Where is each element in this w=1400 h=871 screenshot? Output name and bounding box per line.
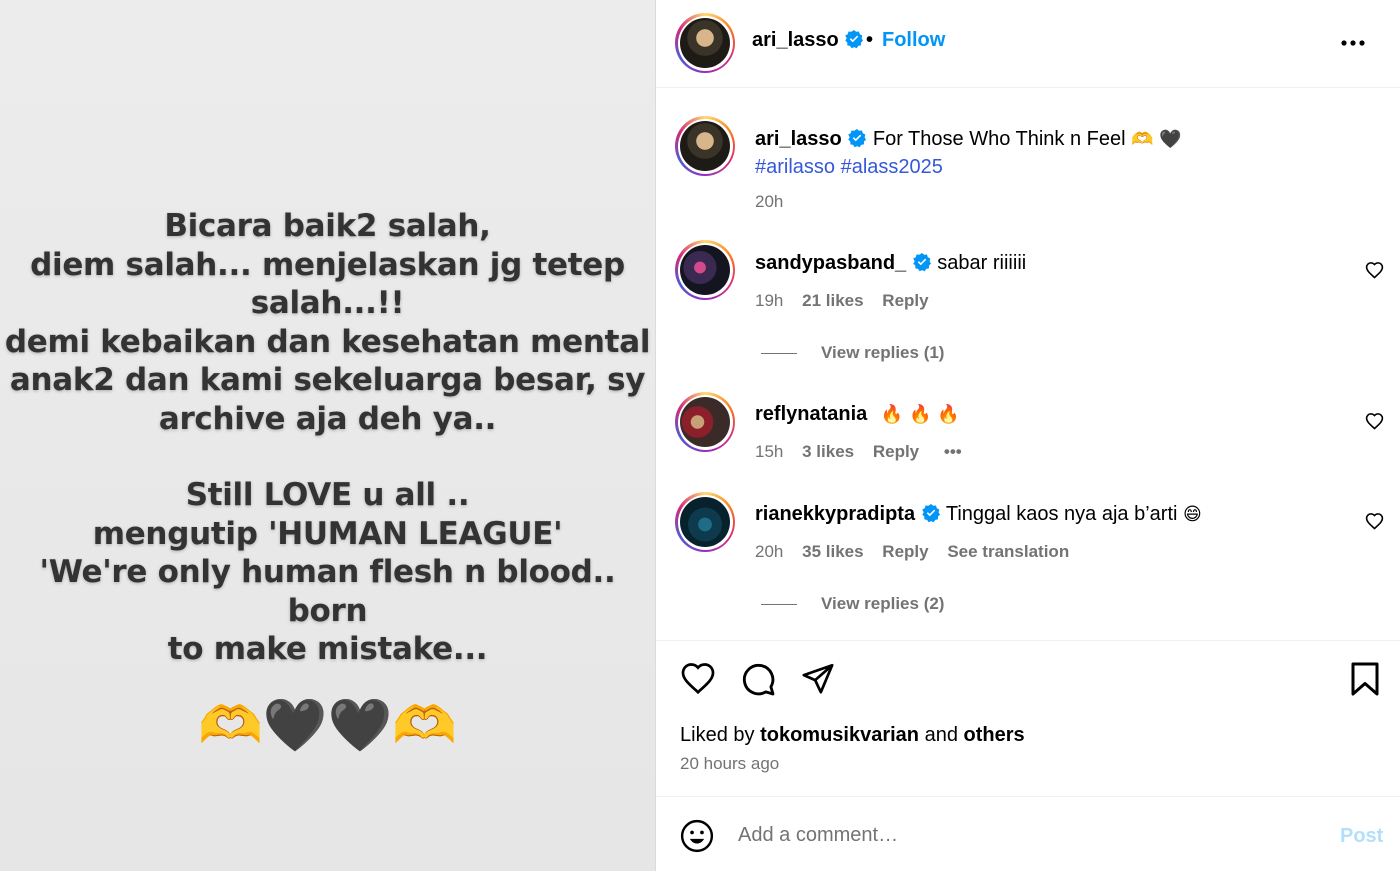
comment-avatar[interactable]	[675, 492, 735, 552]
more-options-icon[interactable]	[1340, 30, 1366, 56]
comment-line: sandypasband_ sabar riiiiii	[755, 249, 1026, 277]
view-replies-line	[761, 604, 797, 606]
comment-meta: 19h 21 likes Reply	[755, 291, 943, 311]
comment-more-options[interactable]: •••	[944, 442, 962, 461]
comment-username[interactable]: reflynatania	[755, 403, 867, 425]
bookmark-icon[interactable]	[1350, 661, 1380, 697]
comment-text: sabar riiiiii	[937, 252, 1027, 274]
view-replies-label[interactable]: View replies (1)	[821, 343, 944, 362]
comment-text: Tinggal kaos nya aja b’arti	[945, 503, 1178, 525]
comment-line: rianekkypradipta Tinggal kaos nya aja b’…	[755, 500, 1202, 529]
liked-by-conj: and	[924, 724, 958, 746]
comment-likes[interactable]: 3 likes	[802, 442, 854, 461]
follow-button[interactable]: Follow	[882, 29, 945, 52]
verified-badge-icon	[912, 253, 931, 272]
story-line: demi kebaikan dan kesehatan mental	[4, 323, 651, 360]
comment-bar: Post	[656, 796, 1400, 871]
comment-avatar[interactable]	[675, 240, 735, 300]
story-line: Still LOVE u all ..	[185, 477, 470, 513]
comment-likes[interactable]: 35 likes	[802, 542, 863, 561]
liked-by-prefix: Liked by	[680, 724, 755, 746]
comment-like-heart-icon[interactable]	[1365, 412, 1384, 430]
comment-time: 19h	[755, 291, 784, 310]
liked-by-others[interactable]: others	[964, 724, 1025, 746]
post-timestamp: 20 hours ago	[680, 754, 780, 773]
comment-emoji: 😄	[1183, 504, 1202, 525]
story-line: to make mistake...	[167, 631, 488, 667]
comment-time: 15h	[755, 442, 784, 461]
view-replies-button[interactable]: View replies (1)	[761, 343, 944, 363]
view-replies-button[interactable]: View replies (2)	[761, 594, 944, 614]
header-username-row: ari_lasso	[752, 29, 864, 52]
comment-text: 🔥 🔥 🔥	[880, 404, 960, 425]
post-button[interactable]: Post	[1340, 825, 1383, 848]
post-media[interactable]: Bicara baik2 salah, diem salah... menjel…	[0, 0, 655, 871]
reply-button[interactable]: Reply	[873, 442, 919, 461]
paper-plane-icon[interactable]	[801, 661, 835, 695]
caption-hashtags[interactable]: #arilasso #alass2025	[755, 153, 943, 181]
verified-badge-icon	[845, 30, 864, 49]
caption-emojis: 🫶 🖤	[1131, 129, 1182, 150]
view-replies-line	[761, 353, 797, 355]
story-line: mengutip 'HUMAN LEAGUE'	[92, 515, 563, 552]
avatar[interactable]	[675, 13, 735, 73]
verified-badge-icon	[848, 129, 867, 148]
see-translation-button[interactable]: See translation	[947, 542, 1069, 561]
caption-line: ari_lasso For Those Who Think n Feel 🫶 🖤	[755, 125, 1182, 154]
separator-dot: •	[866, 29, 874, 51]
header-username[interactable]: ari_lasso	[752, 29, 839, 51]
reply-button[interactable]: Reply	[882, 542, 928, 561]
comment-line: reflynatania 🔥 🔥 🔥	[755, 400, 960, 429]
story-line: Bicara baik2 salah,	[164, 208, 491, 244]
caption-time: 20h	[755, 192, 784, 211]
comment-time: 20h	[755, 542, 784, 561]
comment-username[interactable]: sandypasband_	[755, 252, 906, 274]
verified-badge-icon	[921, 504, 940, 523]
comment-bubble-icon[interactable]	[740, 661, 776, 697]
story-emojis: 🫶🖤🖤🫶	[198, 696, 457, 756]
liked-by-line: Liked by tokomusikvarian and others	[680, 724, 1025, 747]
post-header: ari_lasso • Follow	[656, 0, 1400, 88]
comment-meta: 20h 35 likes Reply See translation	[755, 542, 1083, 562]
story-text-block-2: Still LOVE u all .. mengutip 'HUMAN LEAG…	[0, 476, 655, 669]
story-line: salah...!!	[250, 285, 405, 321]
comment-like-heart-icon[interactable]	[1365, 261, 1384, 279]
story-line: anak2 dan kami sekeluarga besar, sy	[9, 362, 646, 398]
story-line: diem salah... menjelaskan jg tetep	[30, 246, 625, 283]
comment-like-heart-icon[interactable]	[1365, 512, 1384, 530]
post-details-panel: ari_lasso • Follow ari_lasso For Those W…	[655, 0, 1400, 871]
reply-button[interactable]: Reply	[882, 291, 928, 310]
heart-icon[interactable]	[680, 661, 716, 695]
action-bar	[656, 661, 1400, 701]
story-line: 'We're only human flesh n blood.. born	[39, 554, 616, 629]
story-text-block-1: Bicara baik2 salah, diem salah... menjel…	[0, 207, 655, 438]
caption-text: For Those Who Think n Feel	[872, 128, 1126, 150]
smiley-face-icon[interactable]	[680, 819, 714, 853]
comment-avatar[interactable]	[675, 392, 735, 452]
story-line: archive aja deh ya..	[158, 400, 497, 437]
liked-by-user[interactable]: tokomusikvarian	[760, 724, 919, 746]
caption-username[interactable]: ari_lasso	[755, 128, 842, 150]
comment-meta: 15h 3 likes Reply •••	[755, 442, 976, 462]
comment-username[interactable]: rianekkypradipta	[755, 503, 915, 525]
caption-avatar[interactable]	[675, 116, 735, 176]
comment-likes[interactable]: 21 likes	[802, 291, 863, 310]
view-replies-label[interactable]: View replies (2)	[821, 594, 944, 613]
divider	[656, 640, 1400, 641]
comment-input[interactable]	[738, 819, 1298, 851]
